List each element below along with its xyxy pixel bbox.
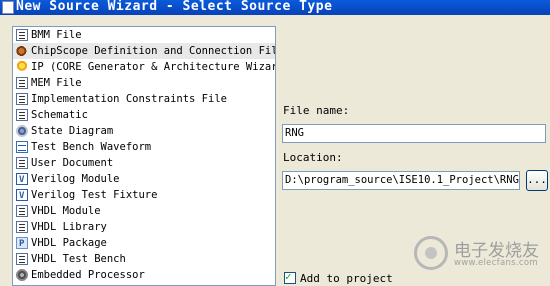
list-item-label: State Diagram (31, 125, 114, 137)
list-item-constraints-file[interactable]: Implementation Constraints File (13, 91, 275, 107)
list-item-label: MEM File (31, 77, 82, 89)
list-item-vhdl-test-bench[interactable]: VHDL Test Bench (13, 251, 275, 267)
title-bar[interactable]: New Source Wizard - Select Source Type (0, 0, 550, 15)
list-item-label: VHDL Test Bench (31, 253, 126, 265)
list-item-user-document[interactable]: User Document (13, 155, 275, 171)
list-item-label: Schematic (31, 109, 88, 121)
window-title: New Source Wizard - Select Source Type (16, 0, 333, 14)
add-to-project-checkbox[interactable] (284, 270, 296, 284)
list-item-label: IP (CORE Generator & Architecture Wizard… (31, 61, 276, 73)
source-type-list[interactable]: BMM File ChipScope Definition and Connec… (12, 26, 276, 286)
list-item-ip[interactable]: IP (CORE Generator & Architecture Wizard… (13, 59, 275, 75)
document-icon (16, 29, 28, 41)
waveform-icon (16, 141, 28, 153)
list-item-label: ChipScope Definition and Connection File (31, 45, 276, 57)
verilog-icon (16, 172, 28, 188)
list-item-vhdl-library[interactable]: VHDL Library (13, 219, 275, 235)
document-icon (16, 93, 28, 105)
list-item-state-diagram[interactable]: State Diagram (13, 123, 275, 139)
chipscope-icon (16, 45, 28, 57)
vhdl-icon (16, 205, 28, 217)
watermark-url: www.elecfans.com (454, 258, 538, 268)
list-item-label: VHDL Package (31, 237, 107, 249)
processor-icon (16, 269, 28, 281)
list-item-bmm-file[interactable]: BMM File (13, 27, 275, 43)
list-item-label: Test Bench Waveform (31, 141, 152, 153)
list-item-test-bench-waveform[interactable]: Test Bench Waveform (13, 139, 275, 155)
vhdl-icon (16, 221, 28, 233)
list-item-label: Embedded Processor (31, 269, 145, 281)
list-item-mem-file[interactable]: MEM File (13, 75, 275, 91)
list-item-label: VHDL Library (31, 221, 107, 233)
list-item-label: Verilog Test Fixture (31, 189, 158, 201)
verilog-icon (16, 188, 28, 204)
list-item-embedded-processor[interactable]: Embedded Processor (13, 267, 275, 283)
list-item-label: VHDL Module (31, 205, 101, 217)
location-input[interactable]: D:\program_source\ISE10.1_Project\RNG_20… (282, 171, 520, 190)
location-label: Location: (283, 151, 343, 164)
list-item-label: Implementation Constraints File (31, 93, 227, 105)
lightbulb-icon (16, 61, 28, 73)
vhdl-icon (16, 253, 28, 265)
list-item-label: User Document (31, 157, 114, 169)
window-icon (2, 1, 14, 14)
watermark-logo: 电子发烧友 www.elecfans.com (414, 236, 546, 272)
gear-icon (16, 125, 28, 137)
list-item-verilog-test-fixture[interactable]: Verilog Test Fixture (13, 187, 275, 204)
schematic-icon (16, 109, 28, 121)
browse-button[interactable]: ... (526, 170, 548, 191)
package-icon (16, 236, 28, 252)
list-item-vhdl-package[interactable]: VHDL Package (13, 235, 275, 252)
add-to-project-label: Add to project (300, 272, 393, 285)
document-icon (16, 77, 28, 89)
file-name-input[interactable]: RNG (282, 124, 546, 143)
list-item-verilog-module[interactable]: Verilog Module (13, 171, 275, 188)
list-item-label: BMM File (31, 29, 82, 41)
file-name-label: File name: (283, 104, 350, 117)
list-item-label: Verilog Module (31, 173, 120, 185)
document-icon (16, 157, 28, 169)
list-item-chipscope-file[interactable]: ChipScope Definition and Connection File (13, 43, 275, 59)
list-item-vhdl-module[interactable]: VHDL Module (13, 203, 275, 219)
list-item-schematic[interactable]: Schematic (13, 107, 275, 123)
watermark-circle-icon (414, 236, 448, 270)
